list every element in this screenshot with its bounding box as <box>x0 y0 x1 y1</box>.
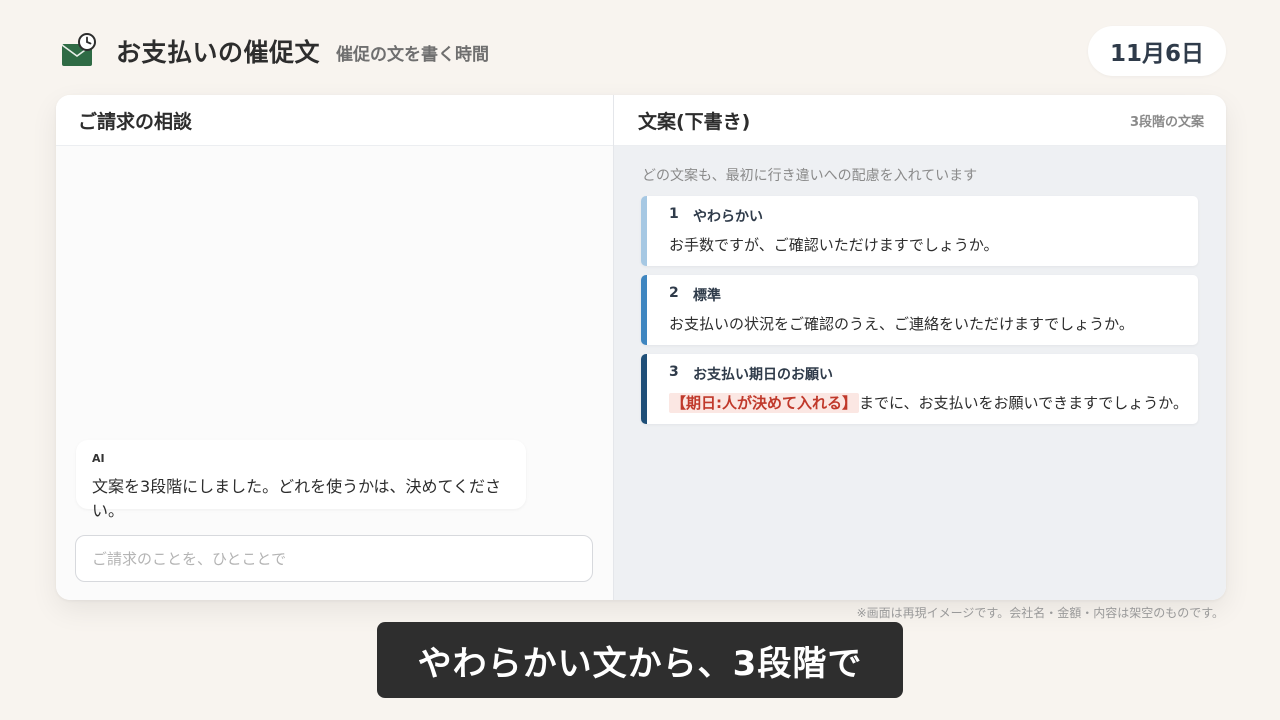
drafts-pane-header: 文案(下書き) 3段階の文案 <box>614 95 1226 146</box>
drafts-note: どの文案も、最初に行き違いへの配慮を入れています <box>642 168 978 184</box>
draft-text: お手数ですが、ご確認いただけますでしょうか。 <box>669 236 999 254</box>
draft-text: お支払いの状況をご確認のうえ、ご連絡をいただけますでしょうか。 <box>669 315 1134 333</box>
date-badge: 11月6日 <box>1087 26 1226 76</box>
draft-text: までに、お支払いをお願いできますでしょうか。 <box>859 394 1188 412</box>
message-text: 文案を3段階にしました。どれを使うかは、決めてください。 <box>92 477 502 520</box>
draft-text-container: 【期日:人が決めて入れる】 までに、お支払いをお願いできますでしょうか。 <box>669 392 1188 413</box>
chat-pane-header: ご請求の相談 <box>56 95 613 146</box>
chat-pane: ご請求の相談 AI 文案を3段階にしました。どれを使うかは、決めてください。 <box>56 95 614 600</box>
draft-number: 2 <box>669 285 679 301</box>
envelope-clock-icon <box>60 32 98 70</box>
message-sender: AI <box>92 452 105 465</box>
main-card: ご請求の相談 AI 文案を3段階にしました。どれを使うかは、決めてください。 文… <box>56 95 1226 600</box>
draft-label: お支払い期日のお願い <box>693 367 833 383</box>
ai-message-bubble: AI 文案を3段階にしました。どれを使うかは、決めてください。 <box>76 440 526 520</box>
chat-input[interactable] <box>75 535 593 582</box>
drafts-count-badge: 3段階の文案 <box>1129 114 1204 130</box>
drafts-pane: 文案(下書き) 3段階の文案 どの文案も、最初に行き違いへの配慮を入れています … <box>614 95 1226 600</box>
draft-card-deadline[interactable]: 3 お支払い期日のお願い 【期日:人が決めて入れる】 までに、お支払いをお願いでき… <box>641 354 1198 424</box>
deadline-placeholder-tag: 【期日:人が決めて入れる】 <box>669 393 859 413</box>
draft-number: 1 <box>669 206 679 222</box>
app-subtitle: 催促の文を書く時間 <box>336 45 490 65</box>
draft-label: 標準 <box>693 288 721 304</box>
drafts-pane-title: 文案(下書き) <box>638 110 751 133</box>
draft-label: やわらかい <box>693 209 763 225</box>
draft-card-standard[interactable]: 2 標準 お支払いの状況をご確認のうえ、ご連絡をいただけますでしょうか。 <box>641 275 1198 345</box>
draft-card-soft[interactable]: 1 やわらかい お手数ですが、ご確認いただけますでしょうか。 <box>641 196 1198 266</box>
app-title: お支払いの催促文 <box>116 38 321 67</box>
chat-pane-title: ご請求の相談 <box>78 110 193 133</box>
disclaimer: ※画面は再現イメージです。会社名・金額・内容は架空のものです。 <box>856 606 1224 620</box>
app-header: お支払いの催促文 催促の文を書く時間 <box>60 30 489 72</box>
caption-banner: やわらかい文から、3段階で <box>377 622 903 698</box>
draft-number: 3 <box>669 364 679 380</box>
